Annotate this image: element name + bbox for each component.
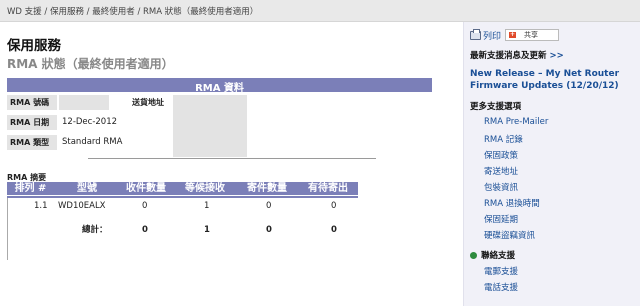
- col-model: 型號: [77, 183, 97, 194]
- section-divider: [88, 158, 376, 159]
- col-pending: 有待寄出: [308, 183, 348, 194]
- total-awaiting: 1: [204, 225, 210, 235]
- more-support-options-heading: 更多支援選項: [470, 102, 522, 112]
- summary-table-border: [7, 198, 8, 260]
- link-packaging-info[interactable]: 包裝資訊: [484, 181, 518, 193]
- link-rma-pre-mailer[interactable]: RMA Pre-Mailer: [484, 117, 548, 127]
- total-label: 總計：: [82, 225, 108, 235]
- row-received: 0: [142, 201, 148, 211]
- top-bar: WD 支援 / 保用服務 / 最終使用者 / RMA 狀態（最終使用者適用）: [0, 0, 640, 22]
- breadcrumb-current: RMA 狀態（最終使用者適用）: [143, 7, 259, 17]
- col-line: 排列 #: [14, 183, 47, 194]
- row-model: WD10EALX: [58, 201, 106, 211]
- share-button[interactable]: + 共享: [505, 29, 559, 41]
- latest-title: 最新支援消息及更新: [470, 51, 547, 61]
- total-received: 0: [142, 225, 148, 235]
- page-title: 保用服務: [7, 38, 61, 54]
- link-phone-support[interactable]: 電話支援: [484, 281, 518, 293]
- print-link[interactable]: 列印: [470, 28, 502, 42]
- contact-support-heading: 聯絡支援: [481, 251, 516, 261]
- print-label: 列印: [483, 31, 502, 42]
- link-warranty-extension[interactable]: 保固延期: [484, 213, 518, 225]
- link-rma-records[interactable]: RMA 記錄: [484, 133, 523, 145]
- sidebar: 列印 + 共享 最新支援消息及更新 >> New Release – My Ne…: [463, 22, 640, 306]
- rma-number-value: [59, 95, 109, 110]
- summary-table-header: 排列 # 型號 收件數量 等候接收 寄件數量 有待寄出: [7, 182, 358, 195]
- breadcrumb-warranty[interactable]: 保用服務: [50, 7, 84, 17]
- row-awaiting: 1: [204, 201, 210, 211]
- breadcrumb-wd-support[interactable]: WD 支援: [7, 7, 42, 17]
- link-shipping-address[interactable]: 寄送地址: [484, 165, 518, 177]
- link-warranty-policy[interactable]: 保固政策: [484, 149, 518, 161]
- rma-details-title: RMA 資料: [195, 83, 244, 94]
- share-icon: +: [509, 31, 516, 38]
- row-shipped: 0: [266, 201, 272, 211]
- ship-address-label: 送貨地址: [132, 98, 164, 107]
- link-rma-turnaround[interactable]: RMA 退換時間: [484, 197, 540, 209]
- rma-date-label: RMA 日期: [7, 115, 57, 130]
- printer-icon: [470, 28, 481, 40]
- rma-number-label: RMA 號碼: [7, 95, 57, 110]
- col-received: 收件數量: [126, 183, 166, 194]
- breadcrumb: WD 支援 / 保用服務 / 最終使用者 / RMA 狀態（最終使用者適用）: [7, 7, 259, 17]
- total-shipped: 0: [266, 225, 272, 235]
- main-content: 保用服務 RMA 狀態（最終使用者適用） RMA 資料 RMA 號碼 RMA 日…: [0, 22, 460, 306]
- rma-type-label: RMA 類型: [7, 135, 57, 150]
- contact-support-icon: [470, 252, 477, 259]
- ship-address-value: [173, 95, 247, 157]
- link-drive-theft-info[interactable]: 硬碟盜竊資訊: [484, 229, 535, 241]
- latest-arrows: >>: [549, 51, 564, 61]
- breadcrumb-end-user[interactable]: 最終使用者: [92, 7, 135, 17]
- rma-type-value: Standard RMA: [62, 137, 123, 147]
- row-pending: 0: [331, 201, 337, 211]
- col-shipped: 寄件數量: [247, 183, 287, 194]
- total-pending: 0: [331, 225, 337, 235]
- page-subtitle: RMA 狀態（最終使用者適用）: [7, 57, 174, 71]
- rma-details-header: RMA 資料: [7, 78, 432, 94]
- row-line-number: 1.1: [34, 201, 48, 211]
- col-awaiting: 等候接收: [185, 183, 225, 194]
- link-email-support[interactable]: 電郵支援: [484, 265, 518, 277]
- share-label: 共享: [524, 31, 538, 39]
- rma-date-value: 12-Dec-2012: [62, 117, 118, 127]
- summary-header-underline: [7, 196, 358, 198]
- latest-support-news-heading[interactable]: 最新支援消息及更新 >>: [470, 49, 564, 61]
- news-link[interactable]: New Release – My Net Router Firmware Upd…: [470, 68, 638, 92]
